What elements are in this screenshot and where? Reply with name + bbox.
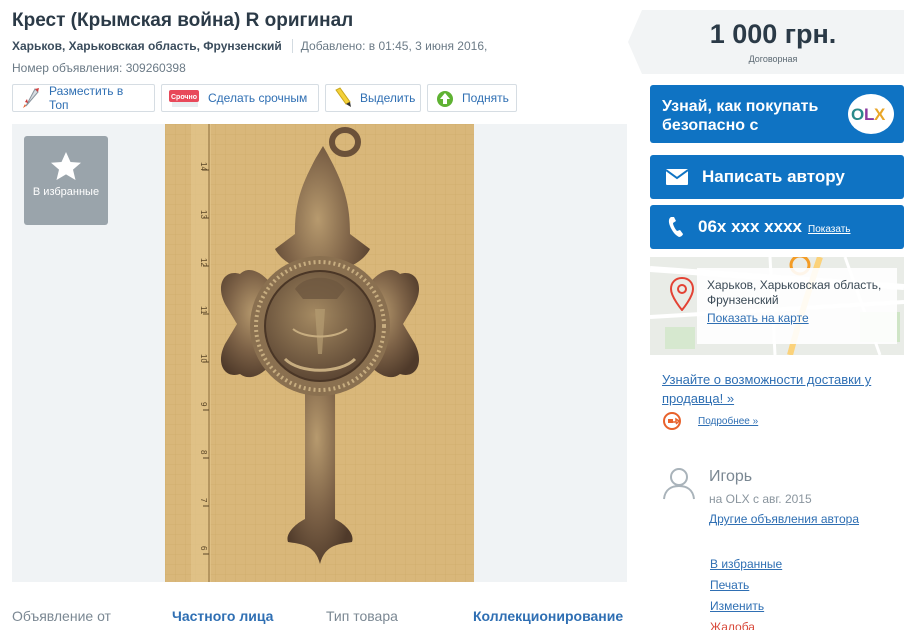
make-urgent-button[interactable]: Срочно Сделать срочным	[161, 84, 319, 112]
svg-text:O: O	[851, 105, 864, 124]
safe-buying-banner[interactable]: Узнай, как покупать безопасно с O L X	[650, 85, 904, 143]
arrow-up-icon	[434, 86, 456, 110]
delivery-icon	[663, 412, 681, 430]
param-value-seller-type[interactable]: Частного лица	[172, 608, 326, 624]
top-placement-button[interactable]: Разместить в Топ	[12, 84, 155, 112]
ad-added-date: Добавлено: в 01:45, 3 июня 2016,	[300, 39, 488, 53]
ad-number: Номер объявления: 309260398	[12, 61, 186, 75]
more-details-link[interactable]: Подробнее »	[698, 416, 758, 427]
urgent-tag-icon: Срочно	[168, 86, 202, 110]
phone-icon	[668, 217, 683, 237]
ad-meta-line: Харьков, Харьковская область, Фрунзенски…	[12, 39, 487, 53]
show-on-map-link[interactable]: Показать на карте	[707, 311, 897, 326]
top-placement-label: Разместить в Топ	[48, 84, 124, 112]
seller-other-ads-link[interactable]: Другие объявления автора	[709, 512, 859, 526]
highlight-label: Выделить	[360, 91, 416, 105]
promo-actions: Разместить в Топ Срочно Сделать срочным …	[12, 84, 517, 112]
star-icon	[51, 152, 81, 180]
bump-up-label: Поднять	[462, 91, 509, 105]
phone-number: 06x xxx xxxx	[698, 217, 802, 236]
ad-params: Объявление от Частного лица Тип товара К…	[12, 608, 627, 624]
svg-text:X: X	[874, 105, 886, 124]
print-link[interactable]: Печать	[710, 575, 782, 596]
side-favorites-link[interactable]: В избранные	[710, 554, 782, 575]
ad-location[interactable]: Харьков, Харьковская область, Фрунзенски…	[12, 39, 282, 53]
highlight-button[interactable]: Выделить	[325, 84, 421, 112]
phone-button[interactable]: 06x xxx xxxx Показать	[650, 205, 904, 249]
seller-since: на OLX с авг. 2015	[709, 492, 812, 506]
map-address: Харьков, Харьковская область, Фрунзенски…	[707, 278, 882, 307]
price-value: 1 000 грн.	[709, 19, 837, 49]
make-urgent-label: Сделать срочным	[208, 91, 308, 105]
param-value-item-type[interactable]: Коллекционирование	[473, 608, 623, 624]
olx-logo: O L X	[848, 94, 894, 134]
rocket-icon	[19, 86, 43, 110]
photo-gallery: В избранные 14 13 12 11 10 9 8 7 6	[12, 124, 627, 582]
message-author-label: Написать автору	[702, 167, 845, 186]
highlighter-icon	[332, 86, 354, 110]
olx-logo-mark: O L X	[851, 105, 887, 124]
map-pin-icon	[670, 277, 694, 311]
ruler-mark: 8	[199, 450, 208, 455]
urgent-badge-text: Срочно	[171, 94, 197, 101]
report-link[interactable]: Жалоба	[710, 617, 782, 630]
envelope-icon	[666, 169, 688, 185]
delivery-more: Подробнее »	[662, 411, 758, 431]
add-to-favorites-button[interactable]: В избранные	[24, 136, 108, 225]
param-key-seller-type: Объявление от	[12, 608, 111, 624]
ruler-mark: 7	[199, 498, 208, 503]
cross-photo-image: 141312111098765	[165, 124, 474, 582]
price-negotiable: Договорная	[748, 54, 798, 64]
favorites-label: В избранные	[32, 186, 100, 198]
svg-text:L: L	[864, 105, 874, 124]
message-author-button[interactable]: Написать автору	[650, 155, 904, 199]
ad-title: Крест (Крымская война) R оригинал	[12, 10, 354, 31]
ruler-mark: 9	[199, 402, 208, 407]
ad-side-links: В избранные Печать Изменить Жалоба	[710, 554, 782, 630]
edit-link[interactable]: Изменить	[710, 596, 782, 617]
user-avatar-icon	[663, 468, 695, 500]
seller-name: Игорь	[709, 468, 753, 485]
divider	[291, 39, 293, 53]
price-box: 1 000 грн. Договорная	[628, 10, 904, 74]
safe-buying-text: Узнай, как покупать безопасно с	[662, 98, 819, 134]
ruler-mark: 6	[199, 546, 208, 551]
delivery-info-link[interactable]: Узнайте о возможности доставки у продавц…	[662, 370, 902, 408]
main-photo[interactable]: 141312111098765	[165, 124, 474, 582]
map-address-card: Харьков, Харьковская область, Фрунзенски…	[697, 268, 897, 344]
param-key-item-type: Тип товара	[326, 608, 398, 624]
show-phone-link[interactable]: Показать	[808, 224, 851, 235]
bump-up-button[interactable]: Поднять	[427, 84, 517, 112]
location-map[interactable]: Харьков, Харьковская область, Фрунзенски…	[650, 257, 904, 355]
